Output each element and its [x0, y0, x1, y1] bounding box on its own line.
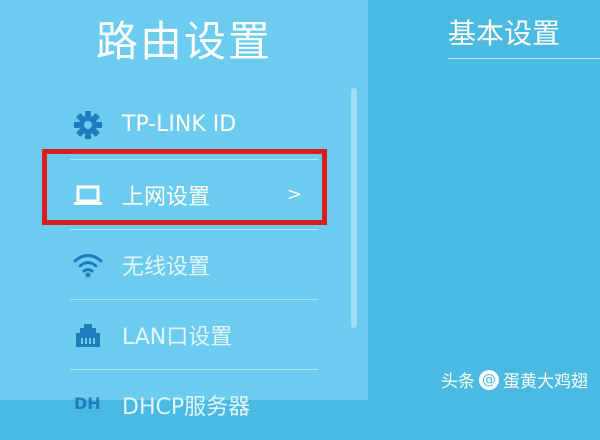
sidebar-title: 路由设置: [95, 17, 272, 66]
sidebar-item-label: 无线设置: [122, 254, 211, 280]
laptop-icon: [70, 177, 106, 213]
sidebar-item-label: DHCP服务器: [122, 395, 251, 420]
chevron-right-icon: >: [286, 184, 302, 205]
dhcp-icon: DH: [70, 387, 106, 423]
at-icon: @: [479, 369, 499, 390]
sidebar-item-lan-settings[interactable]: LAN口设置: [70, 300, 318, 370]
lan-port-icon: [70, 317, 106, 353]
sidebar-scrollbar[interactable]: [351, 88, 357, 328]
sidebar-item-label: LAN口设置: [122, 324, 233, 350]
sidebar-item-label: TP-LINK ID: [122, 112, 237, 137]
page-title: 基本设置: [448, 17, 561, 50]
wifi-icon: [70, 247, 106, 283]
sidebar-item-wireless-settings[interactable]: 无线设置: [70, 230, 318, 300]
gear-icon: [70, 107, 106, 143]
sidebar-item-tplink-id[interactable]: TP-LINK ID: [70, 90, 318, 160]
sidebar-item-internet-settings[interactable]: 上网设置 >: [70, 160, 318, 230]
watermark-prefix: 头条: [441, 372, 475, 392]
title-divider: [448, 58, 600, 59]
watermark: 头条 @ 蛋黄大鸡翅: [441, 367, 588, 392]
sidebar-item-label: 上网设置: [122, 184, 211, 210]
watermark-author: 蛋黄大鸡翅: [503, 372, 588, 392]
sidebar: 路由设置 TP-LINK ID 上网设置 > 无线设置 LAN口设置 DH DH…: [0, 0, 368, 420]
svg-text:DH: DH: [74, 394, 101, 413]
sidebar-item-dhcp-server[interactable]: DH DHCP服务器: [70, 370, 318, 440]
